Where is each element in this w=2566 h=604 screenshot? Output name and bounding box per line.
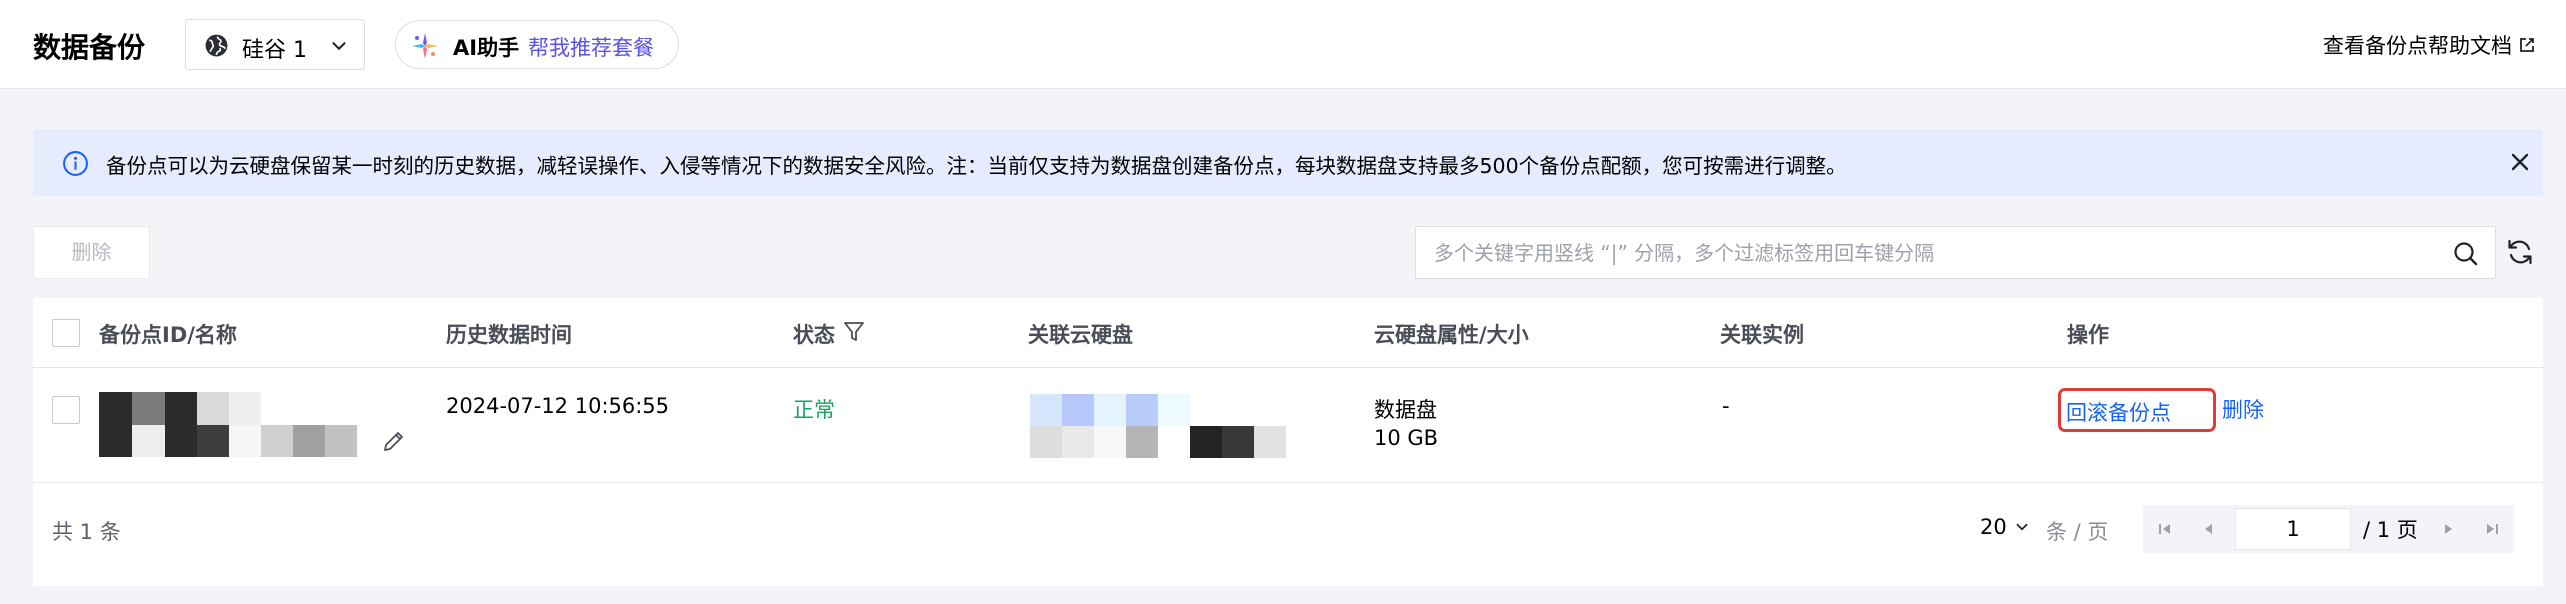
page-size-value: 20 bbox=[1980, 515, 2007, 539]
disk-type: 数据盘 bbox=[1374, 398, 1437, 422]
external-link-icon bbox=[2520, 38, 2534, 52]
next-page-icon bbox=[2444, 524, 2452, 534]
chevron-down-icon bbox=[332, 42, 346, 50]
help-doc-label: 查看备份点帮助文档 bbox=[2323, 34, 2512, 58]
edit-name-icon[interactable] bbox=[381, 428, 407, 454]
history-time: 2024-07-12 10:56:55 bbox=[446, 394, 670, 418]
banner-text: 备份点可以为云硬盘保留某一时刻的历史数据，减轻误操作、入侵等情况下的数据安全风险… bbox=[106, 154, 1847, 178]
page-title: 数据备份 bbox=[33, 31, 146, 64]
ai-assistant-button[interactable]: AI助手 帮我推荐套餐 bbox=[395, 20, 679, 69]
table-row: 2024-07-12 10:56:55 正常 数据盘 10 GB - 回滚备份点… bbox=[33, 368, 2543, 483]
select-all-checkbox[interactable] bbox=[52, 319, 80, 347]
page-size-select[interactable]: 20 bbox=[1980, 515, 2031, 539]
rollback-button[interactable]: 回滚备份点 bbox=[2066, 397, 2171, 427]
rollback-highlight: 回滚备份点 bbox=[2058, 388, 2216, 432]
pager: / 1 页 bbox=[2143, 505, 2514, 553]
next-page-button[interactable] bbox=[2426, 505, 2470, 553]
region-select[interactable]: 硅谷 1 bbox=[185, 19, 365, 70]
prev-page-icon bbox=[2205, 524, 2212, 534]
row-checkbox[interactable] bbox=[52, 396, 80, 424]
col-status: 状态 bbox=[793, 323, 835, 347]
globe-icon bbox=[205, 34, 228, 57]
search-icon[interactable] bbox=[2452, 240, 2480, 268]
region-label: 硅谷 1 bbox=[242, 38, 307, 63]
top-header: 数据备份 硅谷 1 AI助手 帮我推荐套餐 查看备份点帮助文档 bbox=[0, 0, 2566, 89]
last-page-icon bbox=[2486, 524, 2498, 534]
col-instance: 关联实例 bbox=[1720, 323, 1804, 347]
refresh-icon[interactable] bbox=[2505, 237, 2535, 267]
help-doc-link[interactable]: 查看备份点帮助文档 bbox=[2323, 30, 2536, 60]
delete-button[interactable]: 删除 bbox=[33, 226, 150, 279]
chevron-down-icon bbox=[2016, 523, 2028, 531]
close-icon[interactable] bbox=[2507, 149, 2533, 175]
first-page-icon bbox=[2159, 524, 2170, 534]
linked-instance: - bbox=[1722, 394, 1730, 418]
ai-assistant-label: AI助手 bbox=[453, 36, 520, 60]
table-header: 备份点ID/名称 历史数据时间 状态 关联云硬盘 云硬盘属性/大小 关联实例 操… bbox=[33, 298, 2543, 368]
status-badge: 正常 bbox=[793, 398, 835, 422]
col-disk-attr: 云硬盘属性/大小 bbox=[1374, 323, 1529, 347]
info-icon bbox=[63, 151, 88, 176]
total-pages: / 1 页 bbox=[2363, 518, 2418, 542]
disk-size: 10 GB bbox=[1374, 426, 1439, 450]
info-banner: 备份点可以为云硬盘保留某一时刻的历史数据，减轻误操作、入侵等情况下的数据安全风险… bbox=[33, 129, 2543, 196]
first-page-button[interactable] bbox=[2143, 505, 2187, 553]
per-page-label: 条 / 页 bbox=[2046, 520, 2109, 544]
page-number-input[interactable] bbox=[2235, 508, 2351, 550]
last-page-button[interactable] bbox=[2470, 505, 2514, 553]
total-count: 共 1 条 bbox=[52, 520, 121, 544]
table-footer: 共 1 条 20 条 / 页 / 1 页 bbox=[33, 483, 2543, 586]
prev-page-button[interactable] bbox=[2187, 505, 2231, 553]
filter-icon[interactable] bbox=[843, 320, 865, 344]
col-disk: 关联云硬盘 bbox=[1028, 323, 1133, 347]
col-id-name: 备份点ID/名称 bbox=[99, 323, 237, 347]
col-actions: 操作 bbox=[2067, 323, 2109, 347]
search-box bbox=[1415, 226, 2496, 279]
search-input[interactable] bbox=[1434, 227, 2434, 278]
backup-table: 备份点ID/名称 历史数据时间 状态 关联云硬盘 云硬盘属性/大小 关联实例 操… bbox=[33, 298, 2543, 586]
ai-sparkle-icon bbox=[412, 33, 438, 59]
col-history-time: 历史数据时间 bbox=[446, 323, 572, 347]
row-delete-button[interactable]: 删除 bbox=[2222, 394, 2264, 424]
recommend-plan-link[interactable]: 帮我推荐套餐 bbox=[528, 32, 654, 62]
